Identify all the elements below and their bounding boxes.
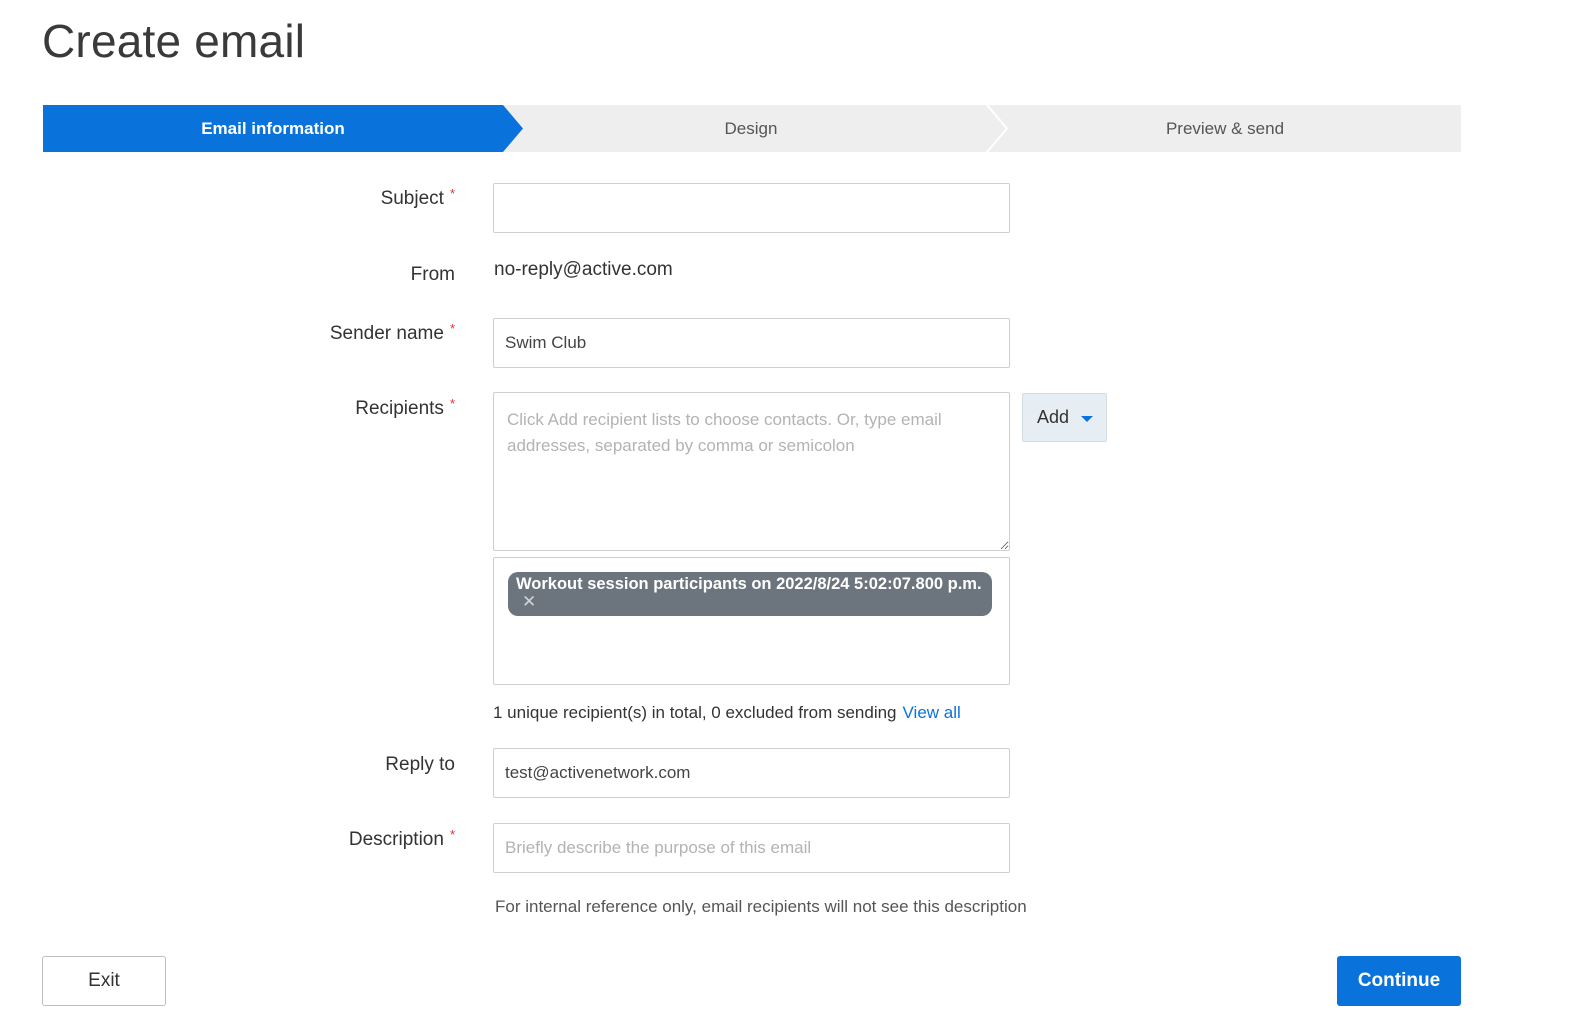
step-label: Email information — [201, 118, 345, 138]
recipients-summary: 1 unique recipient(s) in total, 0 exclud… — [493, 703, 961, 723]
create-email-page: Create email Email information Design Pr… — [0, 0, 1574, 1034]
description-label-text: Description — [348, 829, 444, 850]
from-label-text: From — [410, 264, 455, 285]
sender-name-label-text: Sender name — [329, 323, 444, 344]
subject-input[interactable] — [493, 183, 1010, 233]
exit-button[interactable]: Exit — [42, 956, 166, 1006]
step-label: Preview & send — [1165, 118, 1285, 138]
view-all-link[interactable]: View all — [903, 703, 961, 722]
description-helper-text: For internal reference only, email recip… — [495, 897, 1027, 916]
recipients-summary-text: 1 unique recipient(s) in total, 0 exclud… — [493, 703, 897, 722]
recipient-lists-box: Workout session participants on 2022/8/2… — [493, 557, 1010, 685]
page-title: Create email — [42, 15, 306, 67]
subject-label-text: Subject — [380, 188, 444, 209]
recipient-list-name: Workout session participants on 2022/8/2… — [516, 575, 982, 593]
step-preview-send[interactable]: Preview & send — [989, 105, 1461, 152]
required-mark: * — [449, 396, 455, 411]
caret-down-icon — [1081, 416, 1093, 422]
step-email-information[interactable]: Email information — [43, 105, 523, 152]
add-button-label: Add — [1037, 407, 1070, 427]
continue-button[interactable]: Continue — [1337, 956, 1461, 1006]
required-mark: * — [449, 186, 455, 201]
required-mark: * — [449, 321, 455, 336]
sender-name-input[interactable] — [493, 318, 1010, 368]
recipients-textarea[interactable] — [493, 392, 1010, 551]
step-design[interactable]: Design — [513, 105, 989, 152]
step-label: Design — [724, 118, 778, 138]
recipient-list-tag: Workout session participants on 2022/8/2… — [508, 572, 992, 616]
stepper: Email information Design Preview & send — [43, 105, 1461, 152]
description-input[interactable] — [493, 823, 1010, 873]
required-mark: * — [449, 827, 455, 842]
recipients-label-text: Recipients — [355, 398, 444, 419]
close-icon[interactable]: ✕ — [522, 593, 536, 611]
reply-to-input[interactable] — [493, 748, 1010, 798]
from-value: no-reply@active.com — [494, 259, 673, 280]
add-recipients-button[interactable]: Add — [1022, 393, 1107, 442]
reply-to-label-text: Reply to — [385, 754, 455, 775]
